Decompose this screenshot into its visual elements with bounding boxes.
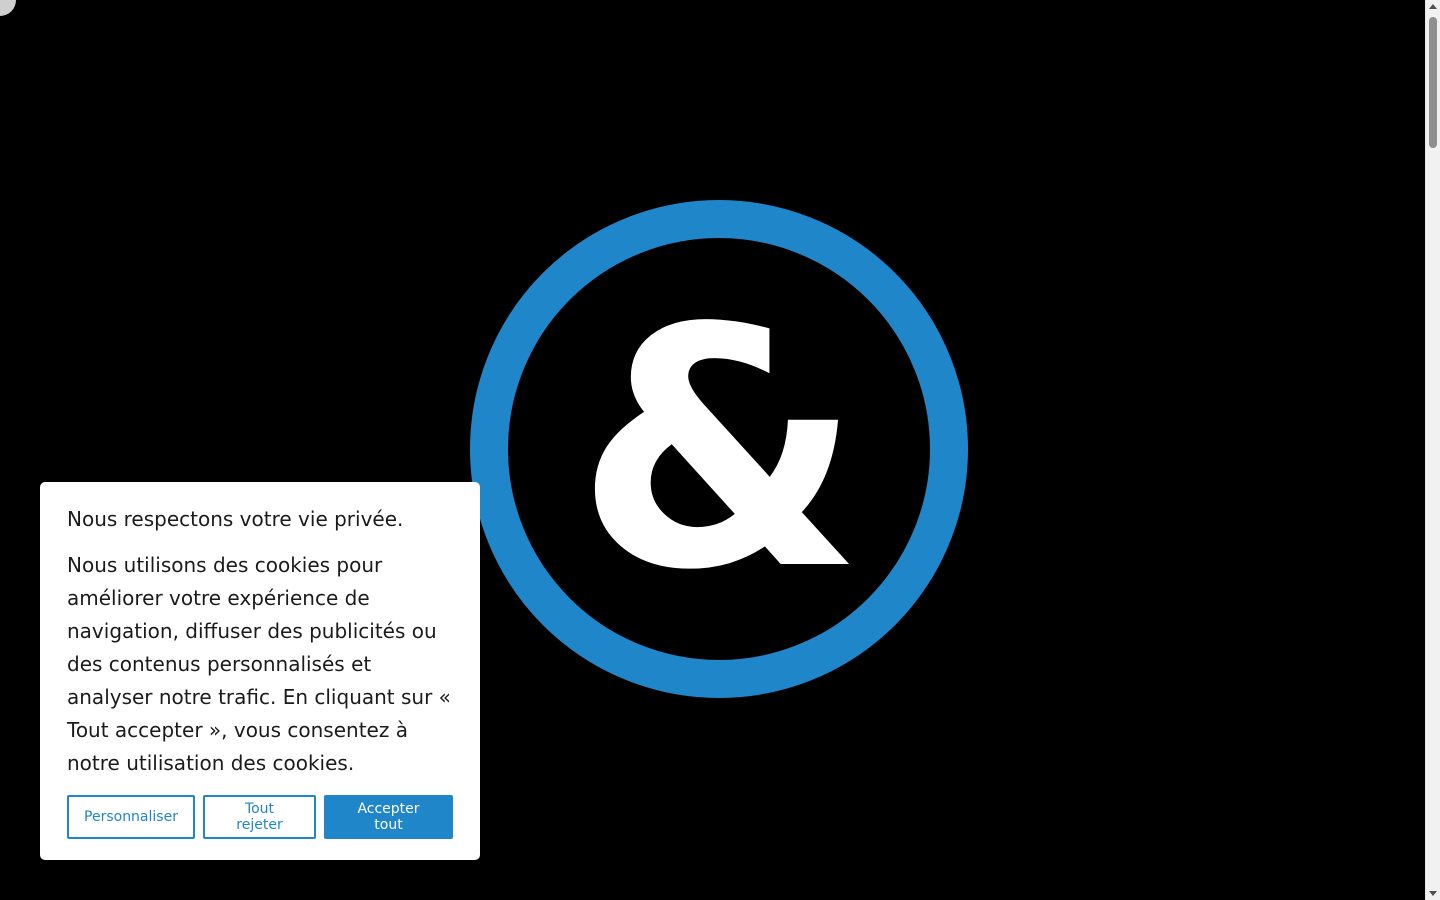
cookie-consent-banner: Nous respectons votre vie privée. Nous u…	[40, 482, 480, 860]
customize-button[interactable]: Personnaliser	[67, 795, 195, 839]
scroll-thumb[interactable]	[1429, 17, 1437, 148]
scroll-down-arrow-icon[interactable]	[1429, 891, 1437, 896]
reject-all-button[interactable]: Tout rejeter	[203, 795, 316, 839]
ampersand-logo-icon: &	[470, 200, 970, 700]
logo-ampersand: &	[575, 258, 863, 642]
cookie-actions: Personnaliser Tout rejeter Accepter tout	[67, 795, 453, 839]
cookie-title: Nous respectons votre vie privée.	[67, 507, 404, 531]
page-viewport: & Nous respectons votre vie privée. Nous…	[0, 0, 1425, 900]
cookie-description: Nous utilisons des cookies pour améliore…	[67, 553, 451, 775]
accept-all-button[interactable]: Accepter tout	[324, 795, 453, 839]
corner-indicator	[0, 0, 16, 16]
scroll-up-arrow-icon[interactable]	[1429, 4, 1437, 9]
vertical-scrollbar[interactable]	[1425, 0, 1440, 900]
